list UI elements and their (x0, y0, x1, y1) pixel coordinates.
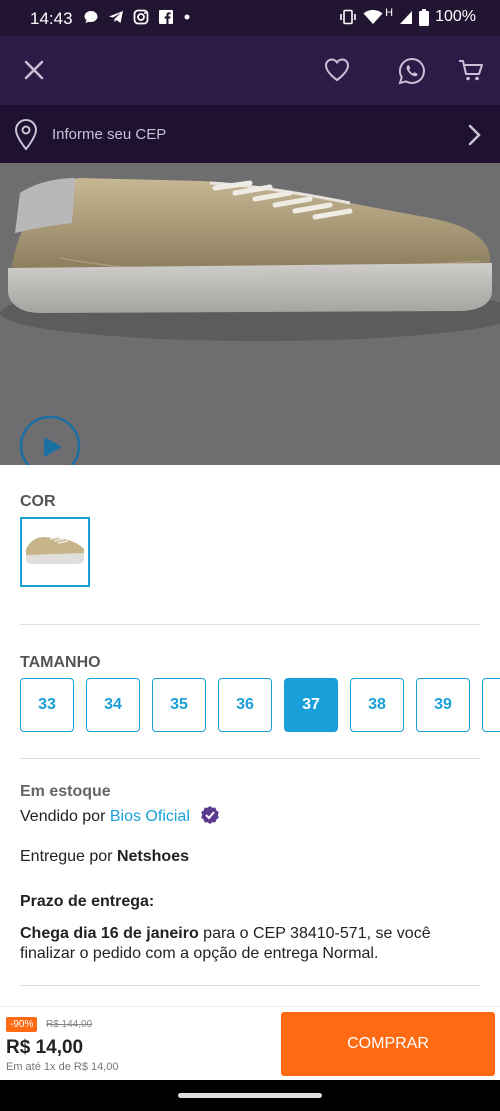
cep-bar[interactable]: Informe seu CEP (0, 105, 500, 163)
discount-badge: -90% (6, 1017, 38, 1032)
dot-icon (183, 9, 191, 25)
sold-by: Vendido por Bios Oficial (20, 805, 220, 830)
divider (20, 985, 480, 986)
close-icon[interactable] (22, 56, 50, 84)
vibrate-icon (339, 9, 357, 25)
size-option[interactable]: 34 (86, 678, 140, 732)
installments: Em até 1x de R$ 14,00 (6, 1061, 119, 1073)
whatsapp-icon[interactable] (397, 56, 425, 85)
play-icon[interactable] (40, 435, 64, 464)
wifi-icon (363, 9, 383, 25)
delivered-by-prefix: Entregue por (20, 848, 113, 865)
size-option[interactable]: 36 (218, 678, 272, 732)
status-time: 14:43 (30, 9, 73, 28)
battery-percent: 100% (435, 8, 476, 25)
cart-icon[interactable] (457, 56, 485, 84)
purchase-bar: -90% R$ 144,00 R$ 14,00 Em até 1x de R$ … (0, 1006, 500, 1081)
signal-icon (399, 9, 413, 25)
size-option-selected[interactable]: 37 (284, 678, 338, 732)
size-option-partial[interactable] (482, 678, 500, 732)
color-swatch-selected[interactable] (20, 517, 90, 587)
facebook-icon (158, 9, 174, 25)
system-icons: H 100% (339, 7, 476, 26)
delivery-title: Prazo de entrega: (20, 893, 155, 910)
product-image[interactable] (0, 163, 500, 465)
message-icon (83, 9, 99, 25)
heart-icon[interactable] (323, 56, 351, 84)
telegram-icon (108, 9, 124, 25)
old-price: R$ 144,00 (46, 1019, 93, 1030)
size-selector: 33 34 35 36 37 38 39 (20, 678, 500, 734)
home-gesture-bar[interactable] (178, 1093, 322, 1098)
buy-button[interactable]: COMPRAR (281, 1012, 495, 1076)
delivery-estimate: Chega dia 16 de janeiro para o CEP 38410… (20, 924, 470, 964)
color-section-label: COR (20, 493, 56, 510)
status-bar: 14:43 H 100% (0, 0, 500, 36)
instagram-icon (133, 9, 149, 25)
delivered-by: Entregue por Netshoes (20, 848, 189, 866)
divider (20, 624, 480, 625)
size-option[interactable]: 35 (152, 678, 206, 732)
notification-icons (83, 9, 191, 25)
chevron-right-icon (466, 123, 482, 152)
size-option[interactable]: 39 (416, 678, 470, 732)
system-nav-bar (0, 1080, 500, 1111)
delivery-date: Chega dia 16 de janeiro (20, 925, 199, 942)
battery-icon (419, 8, 430, 26)
location-pin-icon (13, 119, 39, 156)
stock-status: Em estoque (20, 783, 111, 800)
sold-by-prefix: Vendido por (20, 808, 106, 825)
product-options-sheet: COR TAMANHO 33 34 35 36 37 38 39 Em esto… (0, 465, 500, 1006)
carrier-name: Netshoes (116, 848, 189, 865)
verified-badge-icon (200, 805, 220, 830)
divider (20, 758, 480, 759)
network-type: H (385, 7, 394, 19)
size-option[interactable]: 33 (20, 678, 74, 732)
current-price: R$ 14,00 (6, 1037, 84, 1058)
size-section-label: TAMANHO (20, 654, 101, 671)
size-option[interactable]: 38 (350, 678, 404, 732)
cep-label: Informe seu CEP (52, 126, 167, 143)
seller-link[interactable]: Bios Oficial (110, 808, 190, 825)
app-bar (0, 36, 500, 105)
